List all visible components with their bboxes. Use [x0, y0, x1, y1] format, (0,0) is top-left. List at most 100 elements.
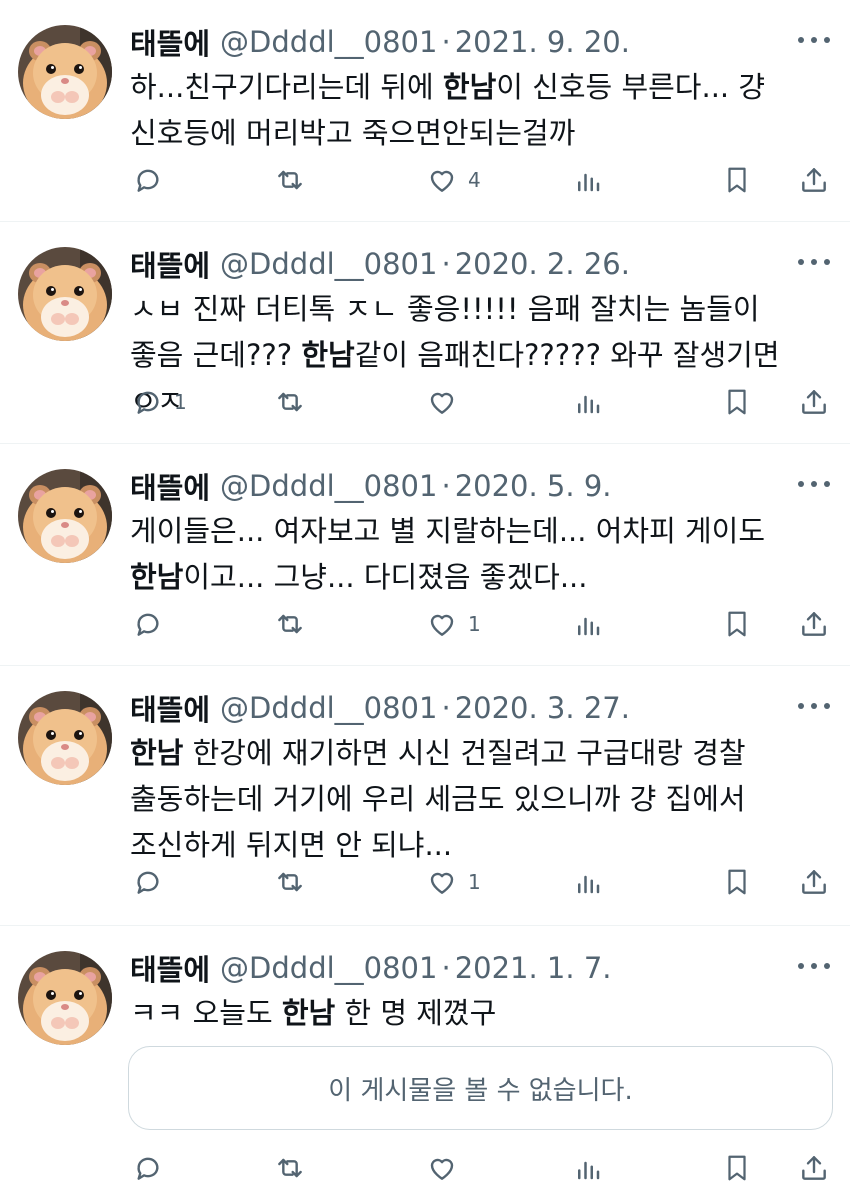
- text-part-bold: 한남: [442, 70, 497, 104]
- unavailable-post-card[interactable]: 이 게시물을 볼 수 없습니다.: [128, 1046, 833, 1130]
- tweet-date[interactable]: 2021. 9. 20.: [455, 25, 630, 59]
- tweet-date[interactable]: 2020. 2. 26.: [455, 247, 630, 281]
- like-button[interactable]: [426, 1148, 468, 1188]
- reply-icon: [132, 608, 164, 640]
- avatar[interactable]: [18, 951, 112, 1045]
- views-button[interactable]: [573, 1148, 603, 1188]
- separator: ·: [441, 691, 451, 725]
- avatar[interactable]: [18, 247, 112, 341]
- text-part-bold: 한남: [281, 996, 336, 1030]
- retweet-button[interactable]: [273, 862, 317, 902]
- avatar[interactable]: [18, 469, 112, 563]
- user-handle[interactable]: @Ddddl__0801: [220, 951, 437, 985]
- tweet-5[interactable]: 태뜰에 @Ddddl__0801 · 2021. 1. 7. ㅋㅋ 오늘도 한남…: [0, 926, 850, 1200]
- action-bar: 1: [130, 382, 830, 422]
- text-part-bold: 한남: [130, 736, 184, 770]
- share-icon: [798, 1152, 830, 1184]
- display-name[interactable]: 태뜰에: [130, 465, 210, 507]
- like-icon: [426, 866, 458, 898]
- display-name[interactable]: 태뜰에: [130, 947, 210, 989]
- text-part: 한 명 제꼈구: [335, 996, 497, 1030]
- user-handle[interactable]: @Ddddl__0801: [220, 691, 437, 725]
- reply-icon: [132, 386, 164, 418]
- tweet-header: 태뜰에 @Ddddl__0801 · 2021. 9. 20.: [130, 22, 630, 62]
- text-part-bold: 한남: [130, 560, 184, 594]
- bookmark-icon: [722, 608, 752, 640]
- user-handle[interactable]: @Ddddl__0801: [220, 25, 437, 59]
- action-bar: [130, 1148, 830, 1188]
- avatar[interactable]: [18, 691, 112, 785]
- reply-button[interactable]: 1: [132, 382, 187, 422]
- tweet-date[interactable]: 2020. 3. 27.: [455, 691, 630, 725]
- bookmark-button[interactable]: [722, 862, 752, 902]
- action-bar: 4: [130, 160, 830, 200]
- like-button[interactable]: 1: [426, 604, 481, 644]
- retweet-button[interactable]: [273, 604, 317, 644]
- more-icon[interactable]: [798, 696, 830, 716]
- bookmark-button[interactable]: [722, 604, 752, 644]
- tweet-date[interactable]: 2021. 1. 7.: [455, 951, 612, 985]
- views-button[interactable]: [573, 382, 603, 422]
- like-button[interactable]: 4: [426, 160, 481, 200]
- retweet-button[interactable]: [273, 1148, 317, 1188]
- display-name[interactable]: 태뜰에: [130, 21, 210, 63]
- like-icon: [426, 608, 458, 640]
- tweet-text: 하...친구기다리는데 뒤에 한남이 신호등 부른다... 걍 신호등에 머리박…: [130, 64, 820, 156]
- views-icon: [573, 386, 603, 418]
- more-icon[interactable]: [798, 956, 830, 976]
- text-part: 하...친구기다리는데 뒤에: [130, 70, 443, 104]
- share-button[interactable]: [798, 604, 830, 644]
- views-button[interactable]: [573, 604, 603, 644]
- user-handle[interactable]: @Ddddl__0801: [220, 469, 437, 503]
- retweet-button[interactable]: [273, 160, 317, 200]
- more-icon[interactable]: [798, 252, 830, 272]
- bookmark-button[interactable]: [722, 1148, 752, 1188]
- share-button[interactable]: [798, 862, 830, 902]
- text-part-bold: 한남: [301, 338, 355, 372]
- views-button[interactable]: [573, 160, 603, 200]
- like-button[interactable]: [426, 382, 468, 422]
- tweet-text: 게이들은... 여자보고 별 지랄하는데... 어차피 게이도 한남이고... …: [130, 508, 820, 600]
- share-button[interactable]: [798, 382, 830, 422]
- tweet-header: 태뜰에 @Ddddl__0801 · 2021. 1. 7.: [130, 948, 611, 988]
- separator: ·: [441, 469, 451, 503]
- separator: ·: [441, 25, 451, 59]
- reply-button[interactable]: [132, 1148, 174, 1188]
- tweet-text: ㅋㅋ 오늘도 한남 한 명 제꼈구: [130, 990, 820, 1036]
- reply-button[interactable]: [132, 604, 174, 644]
- views-button[interactable]: [573, 862, 603, 902]
- bookmark-icon: [722, 866, 752, 898]
- tweet-date[interactable]: 2020. 5. 9.: [455, 469, 612, 503]
- display-name[interactable]: 태뜰에: [130, 243, 210, 285]
- text-part: 한강에 재기하면 시신 건질려고 구급대랑 경찰 출동하는데 거기에 우리 세금…: [130, 736, 746, 862]
- reply-icon: [132, 1152, 164, 1184]
- bookmark-button[interactable]: [722, 160, 752, 200]
- tweet-2[interactable]: 태뜰에 @Ddddl__0801 · 2020. 2. 26. ㅅㅂ 진짜 더티…: [0, 222, 850, 444]
- bookmark-button[interactable]: [722, 382, 752, 422]
- like-button[interactable]: 1: [426, 862, 481, 902]
- reply-icon: [132, 866, 164, 898]
- reply-button[interactable]: [132, 862, 174, 902]
- share-button[interactable]: [798, 1148, 830, 1188]
- tweet-4[interactable]: 태뜰에 @Ddddl__0801 · 2020. 3. 27. 한남 한강에 재…: [0, 666, 850, 926]
- more-icon[interactable]: [798, 30, 830, 50]
- tweet-header: 태뜰에 @Ddddl__0801 · 2020. 5. 9.: [130, 466, 611, 506]
- share-button[interactable]: [798, 160, 830, 200]
- tweet-text: 한남 한강에 재기하면 시신 건질려고 구급대랑 경찰 출동하는데 거기에 우리…: [130, 730, 820, 868]
- retweet-icon: [273, 164, 307, 196]
- bookmark-icon: [722, 1152, 752, 1184]
- like-count: 4: [468, 168, 481, 192]
- tweet-3[interactable]: 태뜰에 @Ddddl__0801 · 2020. 5. 9. 게이들은... 여…: [0, 444, 850, 666]
- user-handle[interactable]: @Ddddl__0801: [220, 247, 437, 281]
- reply-button[interactable]: [132, 160, 174, 200]
- retweet-icon: [273, 1152, 307, 1184]
- text-part: 게이들은... 여자보고 별 지랄하는데... 어차피 게이도: [130, 514, 766, 548]
- retweet-button[interactable]: [273, 382, 317, 422]
- share-icon: [798, 386, 830, 418]
- tweet-1[interactable]: 태뜰에 @Ddddl__0801 · 2021. 9. 20. 하...친구기다…: [0, 0, 850, 222]
- avatar[interactable]: [18, 25, 112, 119]
- views-icon: [573, 164, 603, 196]
- like-icon: [426, 386, 458, 418]
- more-icon[interactable]: [798, 474, 830, 494]
- display-name[interactable]: 태뜰에: [130, 687, 210, 729]
